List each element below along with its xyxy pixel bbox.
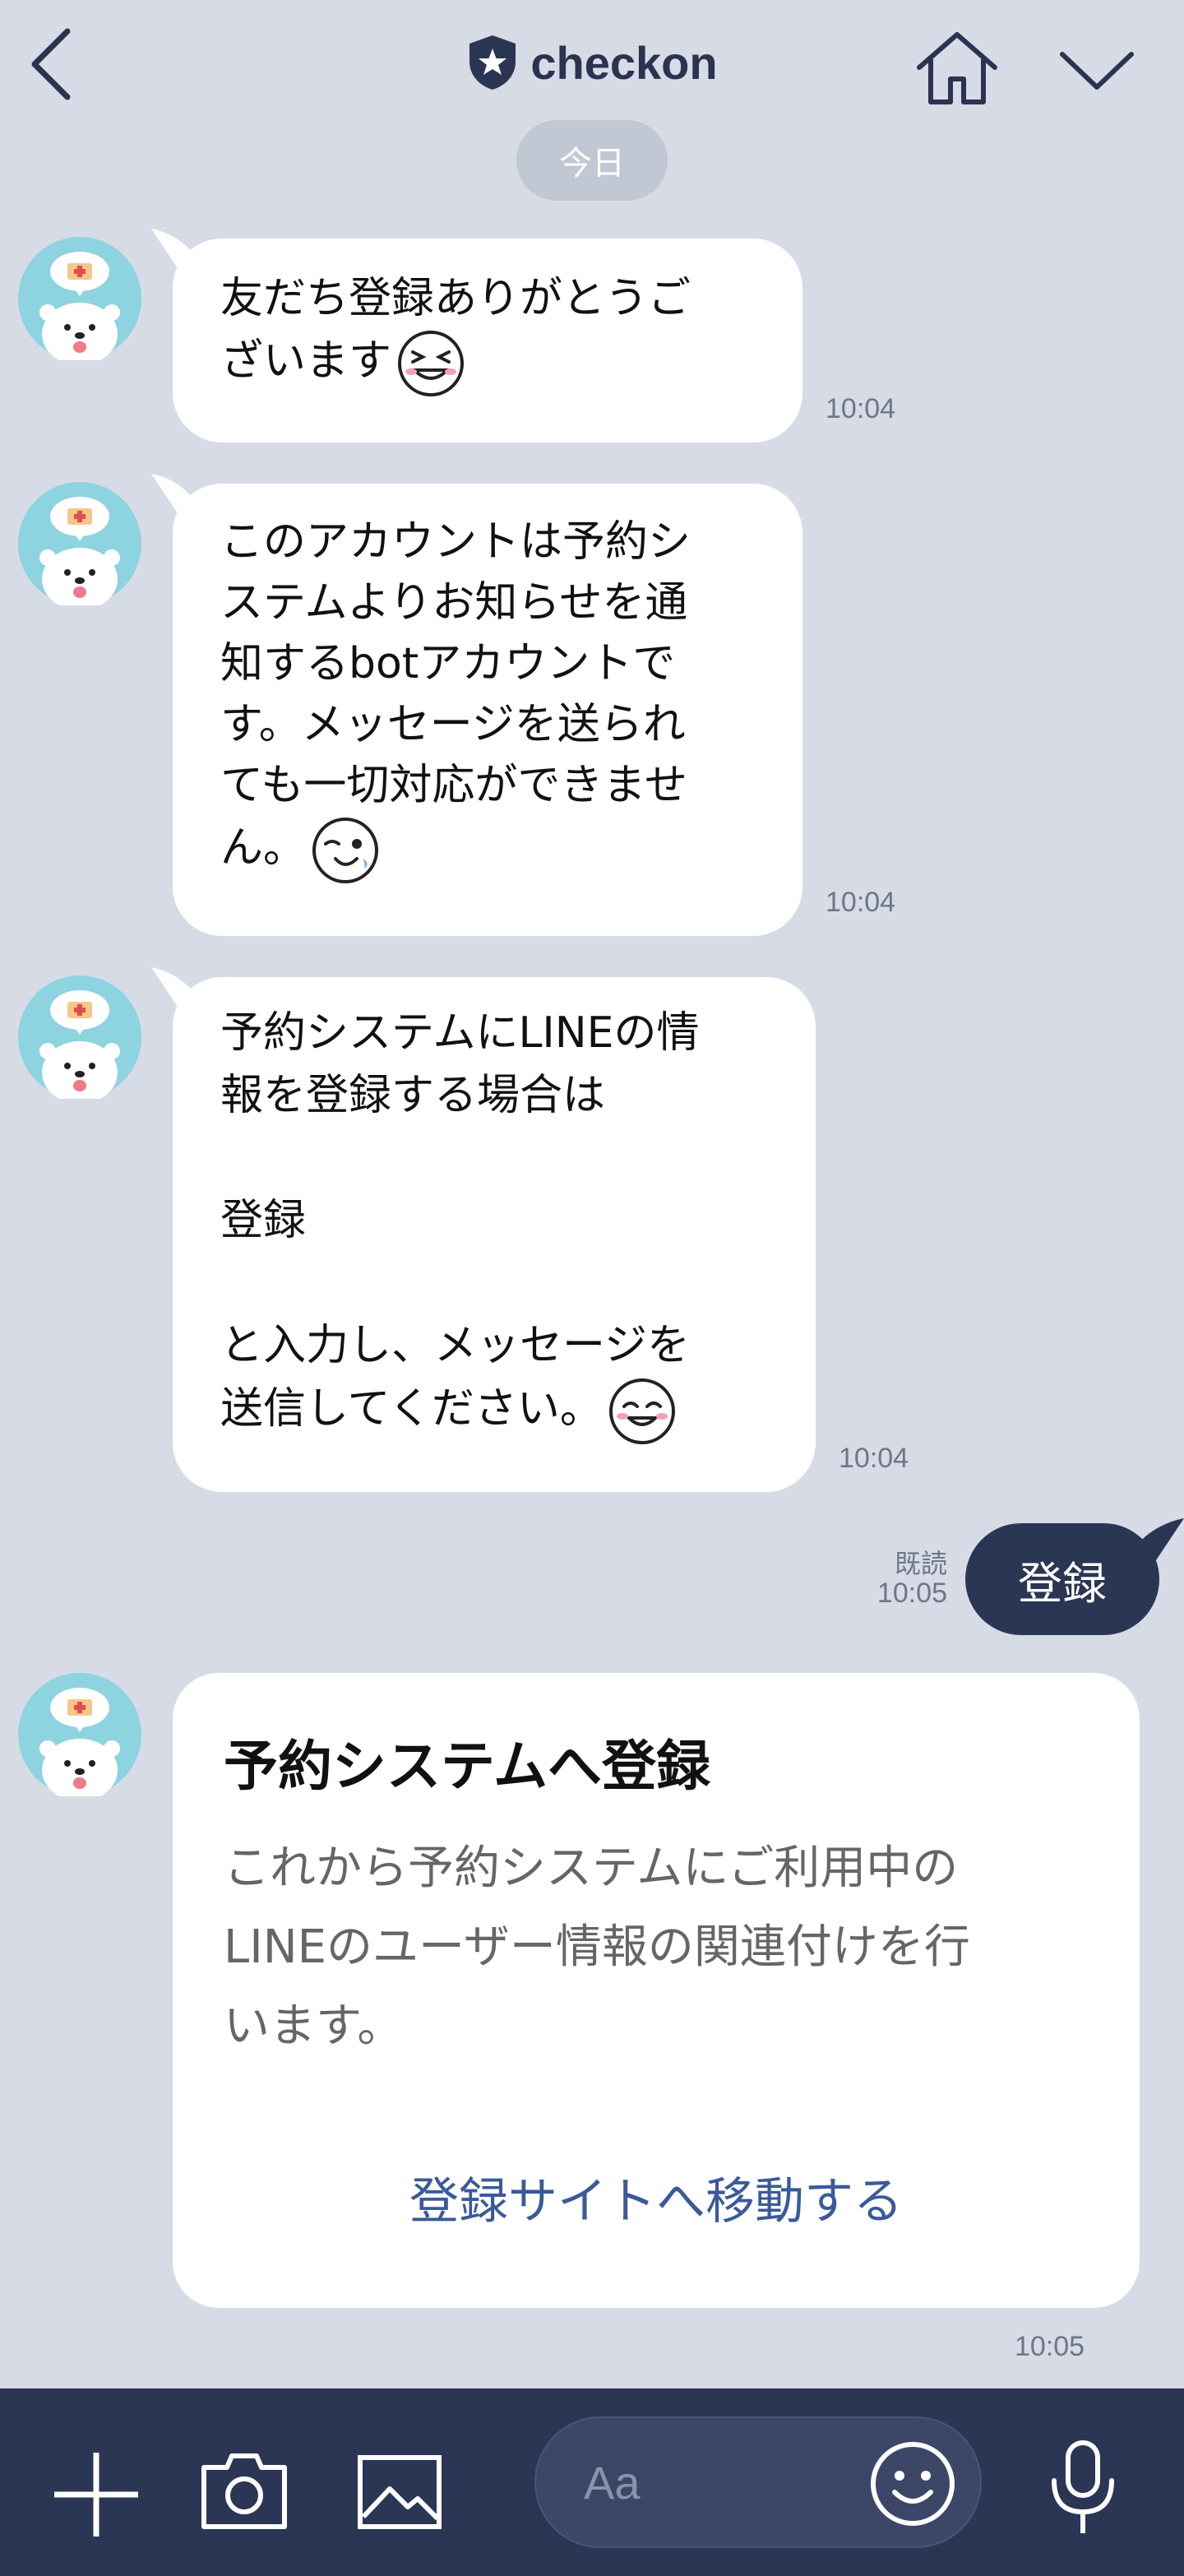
bubble-tail xyxy=(151,229,201,278)
date-separator: 今日 xyxy=(516,120,668,201)
message-time: 10:04 xyxy=(826,887,896,918)
microphone-icon[interactable] xyxy=(1046,2438,1120,2537)
header: checkon xyxy=(0,0,1184,115)
outgoing-time: 10:05 xyxy=(876,1578,947,1609)
message-time: 10:04 xyxy=(839,1443,909,1474)
camera-icon[interactable] xyxy=(199,2449,289,2532)
message-text: このアカウントは予約シ ステムよりお知らせを通 知するbotアカウントで す。メ… xyxy=(220,512,796,885)
message-bubble: 予約システムにLINEの情 報を登録する場合は 登録 と入力し、メッセージを 送… xyxy=(151,967,816,1492)
wink-emoji-icon xyxy=(312,818,379,883)
message-time: 10:04 xyxy=(826,393,896,424)
read-receipt: 既読 xyxy=(894,1548,947,1579)
avatar[interactable] xyxy=(18,975,141,1099)
chevron-down-icon[interactable] xyxy=(1056,36,1138,102)
title-group: checkon xyxy=(0,30,1184,95)
message-text: 予約システムにLINEの情 報を登録する場合は 登録 と入力し、メッセージを 送… xyxy=(220,1002,812,1446)
message-text: 友だち登録ありがとうご ざいます xyxy=(220,268,796,398)
registration-card: 予約システムへ登録 これから予約システムにご利用中の LINEのユーザー情報の関… xyxy=(173,1673,1140,2308)
message-bubble: このアカウントは予約シ ステムよりお知らせを通 知するbotアカウントで す。メ… xyxy=(151,474,802,936)
register-site-link[interactable]: 登録サイトへ移動する xyxy=(173,2161,1140,2233)
card-title: 予約システムへ登録 xyxy=(224,1735,711,1798)
smile-emoji-icon xyxy=(608,1378,675,1444)
image-icon[interactable] xyxy=(357,2453,442,2532)
grinning-emoji-icon xyxy=(398,331,465,396)
avatar[interactable] xyxy=(18,1673,141,1796)
bubble-tail xyxy=(151,967,201,1017)
outgoing-bubble-tail xyxy=(1131,1518,1184,1568)
card-body: これから予約システムにご利用中の LINEのユーザー情報の関連付けを行 います。 xyxy=(224,1842,970,2053)
bubble-tail xyxy=(151,474,201,523)
shield-star-icon xyxy=(469,35,516,90)
plus-icon[interactable] xyxy=(51,2449,141,2540)
emoji-icon[interactable] xyxy=(868,2439,957,2528)
message-bubble: 友だち登録ありがとうご ざいます xyxy=(151,229,802,442)
home-icon[interactable] xyxy=(914,28,1000,107)
page-title: checkon xyxy=(530,36,718,89)
card-time: 10:05 xyxy=(1015,2331,1085,2362)
avatar[interactable] xyxy=(18,237,141,360)
avatar[interactable] xyxy=(18,482,141,605)
input-toolbar xyxy=(0,2388,1184,2576)
